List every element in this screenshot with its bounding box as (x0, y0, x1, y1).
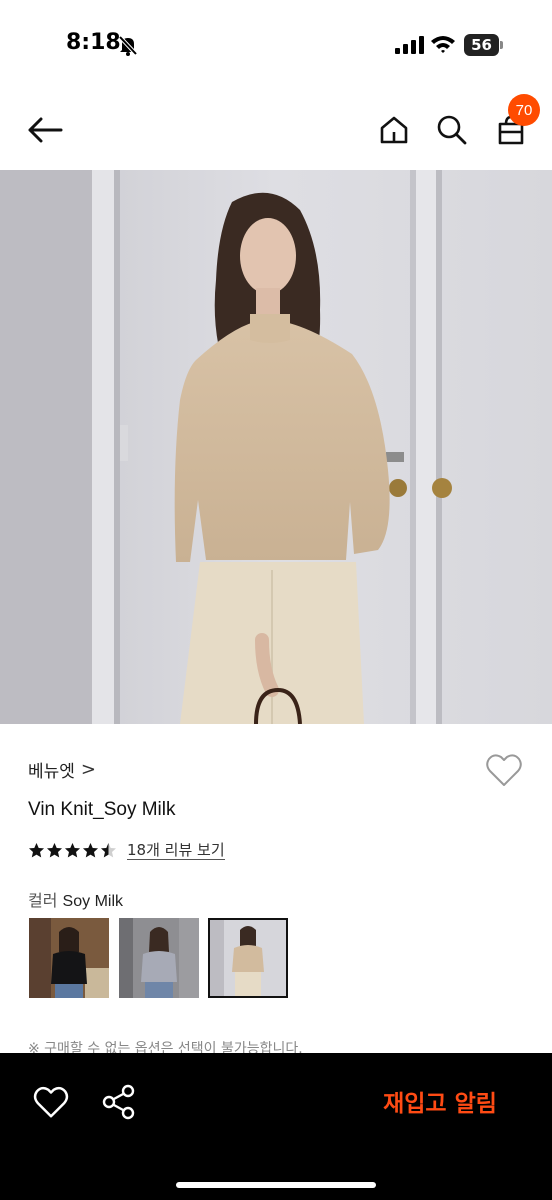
nav-bar: 70 (0, 90, 552, 170)
restock-alert-button[interactable]: 재입고 알림 (370, 1081, 510, 1121)
star-icon (83, 842, 98, 857)
bottom-wishlist-button[interactable] (32, 1083, 70, 1121)
star-icon (47, 842, 62, 857)
arrow-left-icon (28, 117, 63, 143)
bottom-action-bar: 재입고 알림 (0, 1053, 552, 1200)
star-icon (65, 842, 80, 857)
battery-cap (500, 41, 503, 49)
battery-level: 56 (464, 34, 499, 56)
swatch-photo (210, 920, 286, 996)
search-icon (437, 115, 467, 145)
cart-count-badge: 70 (508, 94, 540, 126)
color-value: Soy Milk (62, 893, 123, 910)
color-swatch-gray[interactable] (119, 918, 199, 998)
rating-row: 18개 리뷰 보기 (28, 838, 225, 862)
brand-name: 베뉴엣 (28, 761, 75, 782)
color-swatch-soy-milk[interactable] (208, 918, 288, 998)
rating-stars (28, 842, 117, 859)
search-button[interactable] (430, 108, 474, 152)
product-photo (0, 170, 552, 724)
color-swatch-black[interactable] (29, 918, 109, 998)
heart-icon (33, 1086, 69, 1118)
status-bar: 8:18 56 (0, 0, 552, 90)
brand-link[interactable]: 베뉴엣 > (28, 756, 96, 782)
swatch-photo (119, 918, 199, 998)
signal-icon (395, 36, 424, 54)
home-button[interactable] (372, 108, 416, 152)
home-indicator (176, 1182, 376, 1188)
home-icon (380, 116, 408, 144)
wishlist-button[interactable] (484, 750, 524, 790)
color-label: 컬러 (28, 891, 58, 910)
product-image[interactable] (0, 170, 552, 724)
heart-icon (486, 754, 522, 786)
wifi-icon (431, 36, 455, 53)
color-row: 컬러 Soy Milk (28, 887, 123, 911)
back-button[interactable] (20, 108, 70, 152)
product-name: Vin Knit_Soy Milk (28, 799, 176, 820)
bell-off-icon (118, 35, 138, 56)
star-icon (29, 842, 44, 857)
share-icon (102, 1084, 135, 1120)
swatch-photo (29, 918, 109, 998)
status-time: 8:18 (66, 30, 121, 55)
battery-indicator: 56 (464, 34, 504, 56)
star-icon (101, 842, 116, 857)
review-link[interactable]: 18개 리뷰 보기 (127, 841, 225, 860)
share-button[interactable] (100, 1083, 138, 1121)
chevron-right-icon: > (80, 758, 97, 780)
